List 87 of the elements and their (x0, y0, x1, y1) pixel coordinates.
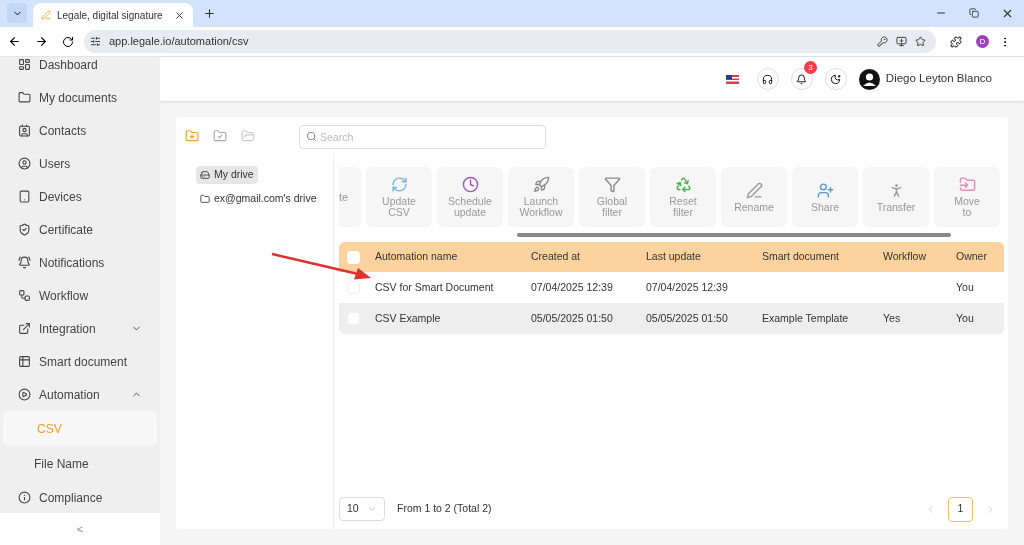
chevron-down-icon (367, 504, 377, 514)
column-header[interactable]: Smart document (762, 249, 883, 265)
tablet-icon (18, 190, 31, 203)
column-header[interactable]: Automation name (375, 249, 531, 265)
table-row[interactable]: CSV Example 05/05/2025 01:50 05/05/2025 01:50 Example Template Yes You (339, 303, 1004, 334)
site-settings-icon (90, 36, 101, 47)
checkbox[interactable] (347, 250, 360, 264)
checkbox[interactable] (347, 281, 360, 294)
sidebar-item[interactable]: Certificate (0, 213, 160, 246)
profile-avatar[interactable]: D (976, 35, 989, 48)
extensions-icon[interactable] (950, 35, 962, 48)
refresh-icon (390, 176, 408, 193)
table-cell-text: 05/05/2025 01:50 (646, 310, 729, 326)
folder-check-icon[interactable] (213, 129, 227, 143)
filter-icon (603, 176, 621, 193)
sidebar-item[interactable]: My documents (0, 81, 160, 114)
page-size-select[interactable]: 10 (339, 497, 385, 521)
sidebar-item[interactable]: Devices (0, 180, 160, 213)
folder-icon (200, 194, 210, 204)
contact-card-icon (18, 124, 31, 137)
flag-icon (725, 74, 739, 84)
tree-item[interactable]: ex@gmail.com's drive (196, 190, 321, 208)
column-header[interactable]: Last update (646, 249, 762, 265)
dashboard-icon (18, 58, 31, 71)
star-icon[interactable] (915, 36, 926, 47)
table-cell-text: You (956, 279, 975, 295)
shield-icon (18, 223, 31, 236)
collapse-button[interactable]: < (0, 513, 160, 545)
user-plus-icon (816, 181, 834, 199)
sidebar-item[interactable]: Dashboard (0, 57, 160, 81)
user-icon (18, 157, 31, 170)
sidebar-item[interactable]: Notifications (0, 246, 160, 279)
close-icon[interactable] (174, 9, 185, 21)
column-header[interactable]: Created at (531, 249, 646, 265)
alert-icon (18, 491, 31, 504)
column-header[interactable]: Owner (956, 249, 1001, 265)
moon-icon (830, 73, 842, 85)
table-cell-text: 07/04/2025 12:39 (646, 279, 729, 295)
avatar-icon[interactable] (858, 68, 880, 90)
back-icon[interactable] (8, 35, 21, 48)
close-icon[interactable] (1001, 7, 1014, 20)
reload-icon[interactable] (62, 35, 74, 48)
browser-tab[interactable]: Legale, digital signature (33, 3, 193, 27)
pen-icon (41, 10, 51, 20)
new-tab-icon[interactable] (203, 7, 216, 20)
install-icon[interactable] (896, 36, 907, 47)
table-icon (18, 355, 31, 368)
search-icon (306, 130, 317, 142)
sidebar-item[interactable]: Smart document (0, 345, 160, 378)
table-cell-text: You (956, 310, 975, 326)
rocket-icon (532, 176, 550, 193)
sidebar-item[interactable]: Automation (0, 378, 160, 411)
column-header[interactable]: Workflow (883, 249, 956, 265)
pen-icon (745, 181, 763, 199)
external-link-icon (18, 322, 31, 335)
notification-badge: 3 (803, 61, 817, 74)
table-cell-text: CSV for Smart Document (375, 279, 495, 295)
sidebar-item[interactable]: Integration (0, 312, 160, 345)
forward-icon[interactable] (35, 35, 48, 48)
bell-icon (18, 256, 31, 269)
key-icon[interactable] (877, 36, 888, 47)
sidebar-item[interactable]: Users (0, 147, 160, 180)
tree-item[interactable]: My drive (196, 166, 258, 184)
address-bar[interactable]: app.legale.io/automation/csv (84, 30, 936, 53)
bell-icon (796, 73, 808, 85)
clock-icon (461, 176, 479, 193)
table-cell-text: Yes (883, 310, 902, 326)
drive-icon (200, 170, 210, 180)
workflow-icon (18, 289, 31, 302)
page-button[interactable]: 1 (948, 496, 973, 522)
recycle-icon (674, 176, 692, 193)
sidebar-item[interactable]: Workflow (0, 279, 160, 312)
sidebar-item[interactable]: Contacts (0, 114, 160, 147)
user-name[interactable]: Diego Leyton Blanco (885, 70, 992, 88)
table-cell-text: 05/05/2025 01:50 (531, 310, 614, 326)
pagination-summary: From 1 to 2 (Total 2) (397, 501, 493, 517)
table-cell-text: Example Template (762, 310, 850, 326)
sidebar-item[interactable]: Compliance (0, 481, 160, 513)
table-cell-text: 07/04/2025 12:39 (531, 279, 614, 295)
table-cell-text: CSV Example (375, 310, 442, 326)
folder-icon (958, 176, 976, 193)
folder-icon (18, 91, 31, 104)
play-circle-icon (18, 388, 31, 401)
headset-icon (762, 73, 774, 85)
restore-icon[interactable] (969, 8, 979, 18)
sidebar-subitem[interactable]: File Name (0, 446, 160, 481)
search-field[interactable]: Search (299, 124, 546, 149)
